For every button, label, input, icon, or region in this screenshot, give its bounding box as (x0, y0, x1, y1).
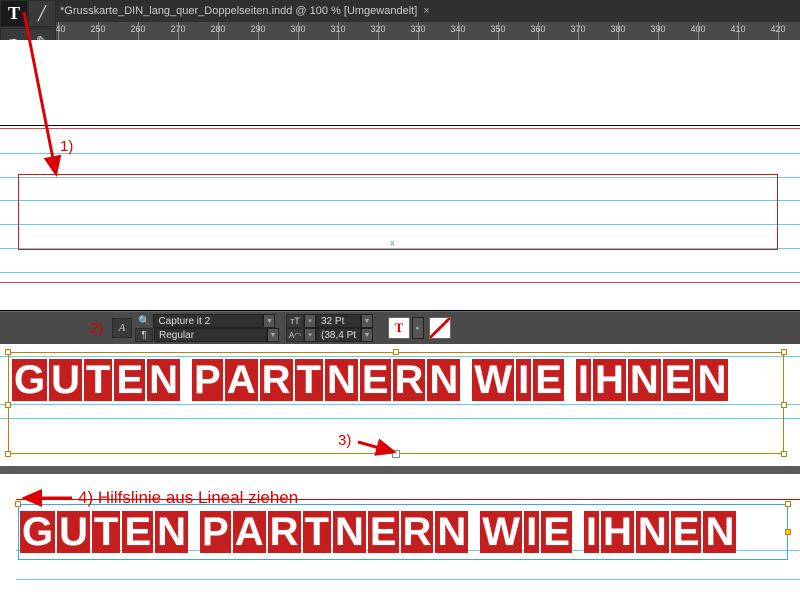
empty-text-frame[interactable] (18, 174, 778, 250)
ruler-guide[interactable] (16, 499, 800, 500)
character-formatting-icon[interactable]: A (112, 318, 132, 338)
leading-input[interactable] (316, 328, 361, 342)
page-marker: x (390, 238, 395, 248)
panel-divider (0, 466, 800, 474)
font-size-dropdown-icon[interactable]: ▼ (361, 314, 373, 328)
leading-dropdown-icon[interactable]: ▼ (361, 328, 373, 342)
indesign-viewport-top: T ╱ ✒ ✎ ⊠ ▭ ✂ ↗↘ *Grusskarte_DIN_lang_qu… (0, 0, 800, 310)
close-tab-icon[interactable]: × (423, 5, 429, 17)
font-size-input[interactable] (316, 314, 361, 328)
font-family-dropdown-icon[interactable]: ▼ (263, 314, 275, 328)
font-style-input[interactable] (154, 328, 267, 342)
leading-stepper[interactable]: ▾ (304, 328, 316, 342)
stroke-swatch[interactable] (429, 317, 451, 339)
stamp-text-line-1[interactable]: GUTENPARTNERNWIEIHNEN (12, 358, 730, 403)
stamp-text-line-2[interactable]: GUTENPARTNERNWIEIHNEN (20, 510, 738, 555)
editing-panel-4: GUTENPARTNERNWIEIHNEN (0, 474, 800, 600)
font-size-stepper[interactable]: ▾ (304, 314, 316, 328)
font-family-input[interactable] (153, 314, 263, 328)
editing-panel-3: GUTENPARTNERNWIEIHNEN (0, 344, 800, 466)
bottom-center-handle[interactable] (392, 450, 400, 458)
font-size-icon: тT (286, 314, 304, 328)
paragraph-formatting-icon[interactable]: ¶ (135, 328, 153, 342)
control-panel: A 🔍 ▼ ¶ ▼ тT ▾ ▼ A◠ ▾ ▼ T ▸ (0, 312, 800, 344)
line-tool[interactable]: ╱ (28, 0, 56, 27)
fill-swatch[interactable]: T (388, 317, 410, 339)
document-tab-title[interactable]: *Grusskarte_DIN_lang_quer_Doppelseiten.i… (60, 5, 417, 17)
document-tab-bar: *Grusskarte_DIN_lang_quer_Doppelseiten.i… (0, 0, 800, 22)
leading-icon: A◠ (286, 328, 304, 342)
document-canvas[interactable]: x (0, 40, 800, 310)
horizontal-ruler[interactable]: 2402502602702802903003103203303403503603… (56, 22, 800, 40)
fill-swatch-menu-icon[interactable]: ▸ (412, 317, 424, 339)
font-style-dropdown-icon[interactable]: ▼ (267, 328, 279, 342)
type-tool[interactable]: T (0, 0, 28, 27)
